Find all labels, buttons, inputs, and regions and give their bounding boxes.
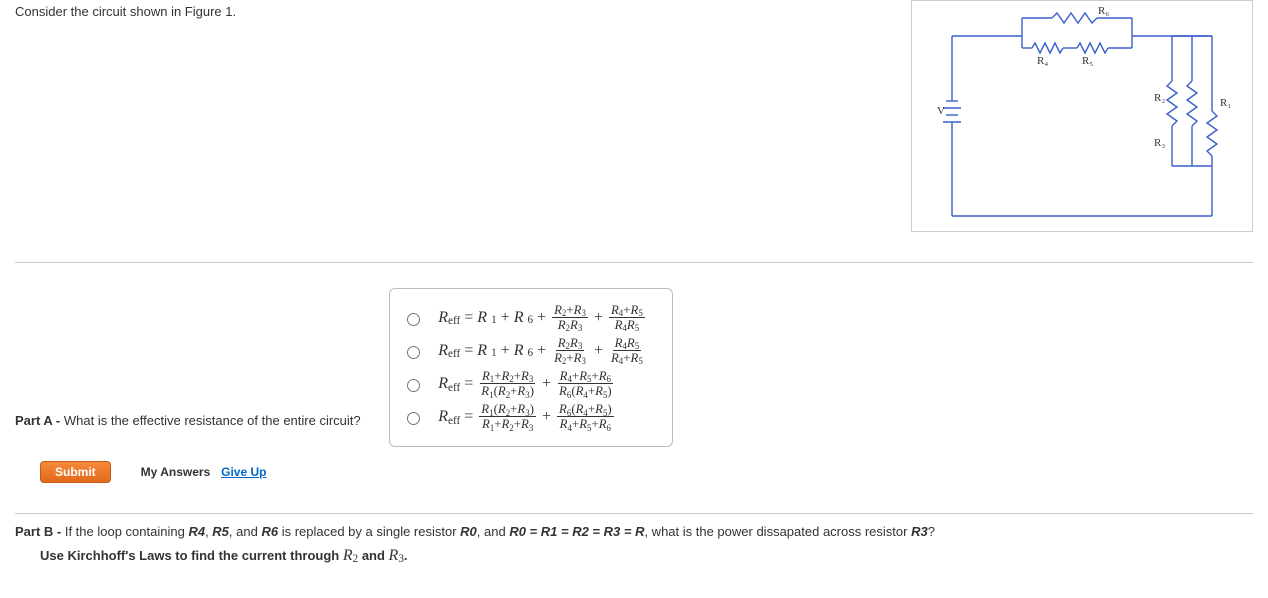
part-b-note-r3: R3 [389, 547, 404, 564]
label-r2: R₂ [1154, 92, 1165, 104]
part-b-mid3: , what is the power dissapated across re… [644, 524, 911, 539]
part-b-r5: R5 [212, 524, 229, 539]
part-b-r6: R6 [261, 524, 278, 539]
part-b-note-end: . [404, 548, 408, 563]
label-r3: R₃ [1154, 137, 1165, 149]
part-b-r0: R0 [460, 524, 477, 539]
part-a-section: Part A - What is the effective resistanc… [15, 262, 1253, 483]
part-b-and: , and [229, 524, 262, 539]
label-r1: R₁ [1220, 97, 1231, 109]
option-1-formula: Reff = R1 + R6 + R2+R3R2R3 + R4+R5R4R5 [438, 303, 647, 332]
option-3[interactable]: Reff = R1+R2+R3R1(R2+R3) + R4+R5+R6R6(R4… [402, 369, 647, 398]
part-b-eq: R0 = R1 = R2 = R3 = R [509, 524, 644, 539]
part-b-q-prefix: If the loop containing [65, 524, 189, 539]
option-2-radio[interactable] [407, 346, 420, 359]
my-answers-link[interactable]: My Answers [141, 465, 211, 479]
part-a-options: Reff = R1 + R6 + R2+R3R2R3 + R4+R5R4R5 R… [389, 288, 673, 447]
submit-button[interactable]: Submit [40, 461, 111, 483]
option-4[interactable]: Reff = R1(R2+R3)R1+R2+R3 + R6(R4+R5)R4+R… [402, 402, 647, 431]
give-up-link[interactable]: Give Up [221, 465, 266, 479]
part-b-note-prefix: Use Kirchhoff's Laws to find the current… [40, 548, 343, 563]
option-4-formula: Reff = R1(R2+R3)R1+R2+R3 + R6(R4+R5)R4+R… [438, 402, 615, 431]
circuit-figure: V R₆ R₄ R₅ R₂ R₃ R₁ [911, 0, 1253, 232]
option-3-radio[interactable] [407, 379, 420, 392]
label-r6: R₆ [1098, 6, 1109, 17]
part-b-r4: R4 [188, 524, 205, 539]
option-4-radio[interactable] [407, 412, 420, 425]
option-2[interactable]: Reff = R1 + R6 + R2R3R2+R3 + R4R5R4+R5 [402, 336, 647, 365]
part-b-end: ? [928, 524, 935, 539]
part-b-section: Part B - If the loop containing R4, R5, … [15, 513, 1253, 565]
part-a-actions: Submit My Answers Give Up [40, 461, 1253, 483]
option-1-radio[interactable] [407, 313, 420, 326]
option-3-formula: Reff = R1+R2+R3R1(R2+R3) + R4+R5+R6R6(R4… [438, 369, 615, 398]
part-b-note-r2: R2 [343, 547, 358, 564]
part-b-note-and: and [358, 548, 388, 563]
part-b-note: Use Kirchhoff's Laws to find the current… [40, 547, 1253, 565]
option-2-formula: Reff = R1 + R6 + R2R3R2+R3 + R4R5R4+R5 [438, 336, 647, 365]
part-b-mid2: , and [477, 524, 510, 539]
part-a-label: Part A - [15, 413, 64, 428]
label-v: V [937, 105, 945, 117]
option-1[interactable]: Reff = R1 + R6 + R2+R3R2R3 + R4+R5R4R5 [402, 303, 647, 332]
problem-prompt: Consider the circuit shown in Figure 1. [15, 0, 236, 19]
part-b-mid1: is replaced by a single resistor [278, 524, 460, 539]
label-r5: R₅ [1082, 55, 1093, 67]
part-b-label: Part B - [15, 524, 65, 539]
part-b-r3: R3 [911, 524, 928, 539]
part-a-question: What is the effective resistance of the … [64, 413, 361, 428]
label-r4: R₄ [1037, 55, 1048, 67]
